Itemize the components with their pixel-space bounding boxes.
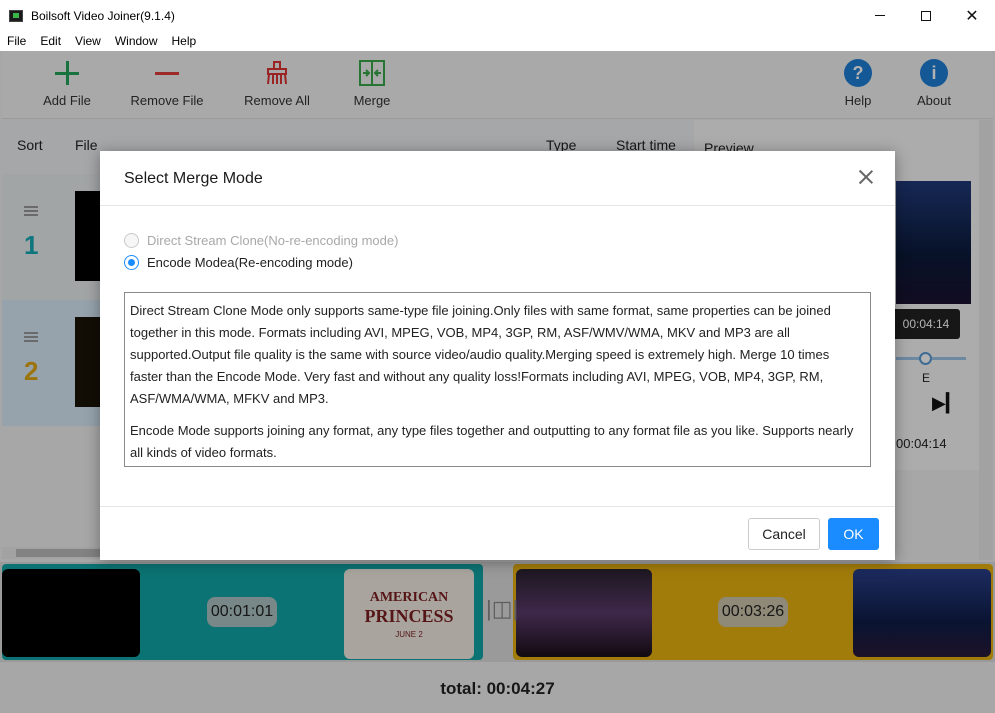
menu-help[interactable]: Help bbox=[165, 34, 204, 48]
title-bar: Boilsoft Video Joiner(9.1.4) ✕ bbox=[0, 0, 995, 31]
menu-bar: File Edit View Window Help bbox=[0, 31, 995, 51]
dialog-footer-divider bbox=[100, 506, 895, 507]
app-icon bbox=[9, 9, 23, 22]
mode-description: Direct Stream Clone Mode only supports s… bbox=[124, 292, 871, 467]
dialog-title: Select Merge Mode bbox=[124, 170, 263, 187]
menu-edit[interactable]: Edit bbox=[33, 34, 68, 48]
minimize-button[interactable] bbox=[857, 0, 903, 31]
window-title: Boilsoft Video Joiner(9.1.4) bbox=[31, 8, 175, 23]
description-paragraph: Direct Stream Clone Mode only supports s… bbox=[130, 303, 831, 406]
radio-button-icon[interactable] bbox=[124, 233, 139, 248]
ok-button[interactable]: OK bbox=[828, 518, 879, 550]
merge-mode-dialog: Select Merge Mode Direct Stream Clone(No… bbox=[100, 151, 895, 560]
radio-direct-stream-clone[interactable]: Direct Stream Clone(No-re-encoding mode) bbox=[124, 233, 398, 248]
menu-window[interactable]: Window bbox=[108, 34, 165, 48]
cancel-button[interactable]: Cancel bbox=[748, 518, 820, 550]
radio-direct-stream-clone-label: Direct Stream Clone(No-re-encoding mode) bbox=[147, 233, 399, 248]
radio-encode-mode-label: Encode Modea(Re-encoding mode) bbox=[147, 255, 353, 270]
maximize-button[interactable] bbox=[903, 0, 949, 31]
close-icon[interactable] bbox=[858, 169, 874, 185]
description-paragraph: Encode Mode supports joining any format,… bbox=[130, 423, 854, 460]
radio-encode-mode[interactable]: Encode Modea(Re-encoding mode) bbox=[124, 255, 353, 270]
close-window-button[interactable]: ✕ bbox=[949, 0, 995, 31]
close-icon: ✕ bbox=[965, 7, 979, 25]
menu-view[interactable]: View bbox=[68, 34, 108, 48]
menu-file[interactable]: File bbox=[0, 34, 33, 48]
minimize-icon bbox=[875, 15, 885, 16]
maximize-icon bbox=[921, 10, 931, 21]
radio-button-icon[interactable] bbox=[124, 255, 139, 270]
dialog-header: Select Merge Mode bbox=[100, 151, 895, 206]
